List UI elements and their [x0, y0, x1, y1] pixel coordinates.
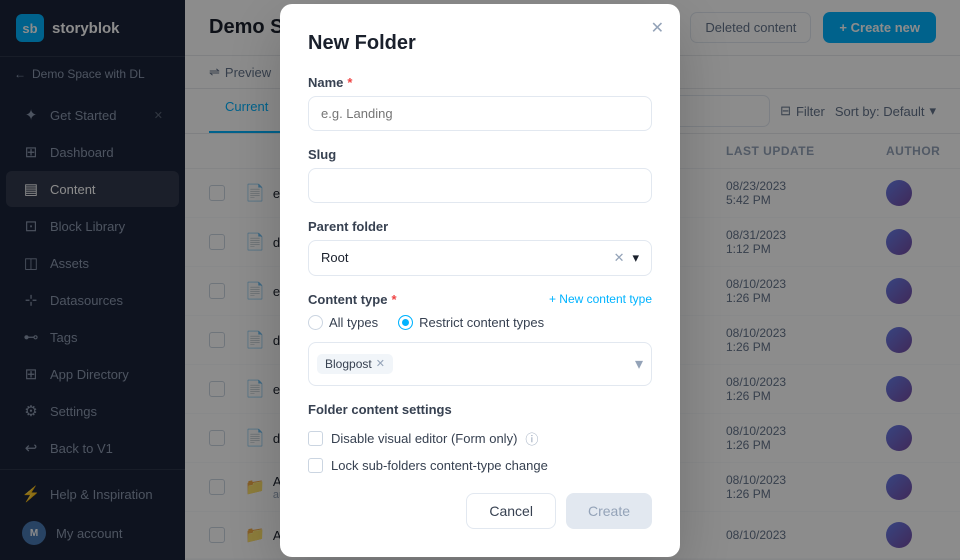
folder-settings-label: Folder content settings: [308, 402, 652, 417]
chevron-down-icon: ▾: [635, 354, 643, 374]
clear-parent-button[interactable]: ✕: [614, 250, 625, 266]
folder-settings-group: Folder content settings Disable visual e…: [308, 402, 652, 473]
restrict-types-radio[interactable]: [398, 315, 413, 330]
slug-label: Slug: [308, 147, 652, 162]
modal-actions: Cancel Create: [308, 493, 652, 529]
chevron-down-icon: ▾: [632, 250, 639, 266]
name-input[interactable]: [308, 96, 652, 131]
lock-subfolder-option[interactable]: Lock sub-folders content-type change: [308, 458, 652, 473]
modal-overlay: ✕ New Folder Name * Slug Parent folder R…: [0, 0, 960, 560]
parent-folder-value: Root: [321, 250, 348, 265]
tag-blogpost: Blogpost ✕: [317, 354, 393, 374]
required-indicator: *: [347, 75, 352, 90]
new-content-type-button[interactable]: + New content type: [549, 292, 652, 306]
required-indicator: *: [391, 292, 396, 307]
all-types-option[interactable]: All types: [308, 315, 378, 330]
lock-subfolder-checkbox[interactable]: [308, 458, 323, 473]
parent-folder-label: Parent folder: [308, 219, 652, 234]
slug-input[interactable]: [308, 168, 652, 203]
create-button[interactable]: Create: [566, 493, 652, 529]
name-field-group: Name *: [308, 75, 652, 131]
content-type-group: Content type * + New content type All ty…: [308, 292, 652, 386]
remove-tag-button[interactable]: ✕: [376, 357, 385, 370]
parent-folder-select[interactable]: Root ✕ ▾: [308, 240, 652, 276]
new-folder-modal: ✕ New Folder Name * Slug Parent folder R…: [280, 4, 680, 557]
info-icon[interactable]: ⓘ: [525, 429, 538, 448]
disable-visual-editor-option[interactable]: Disable visual editor (Form only) ⓘ: [308, 429, 652, 448]
all-types-radio[interactable]: [308, 315, 323, 330]
restrict-types-option[interactable]: Restrict content types: [398, 315, 544, 330]
content-type-label: Content type *: [308, 292, 397, 307]
name-label: Name *: [308, 75, 652, 90]
modal-title: New Folder: [308, 32, 652, 55]
modal-close-button[interactable]: ✕: [651, 18, 664, 38]
slug-field-group: Slug: [308, 147, 652, 203]
cancel-button[interactable]: Cancel: [466, 493, 556, 529]
disable-visual-editor-checkbox[interactable]: [308, 431, 323, 446]
content-type-radio-group: All types Restrict content types: [308, 315, 652, 330]
parent-folder-group: Parent folder Root ✕ ▾: [308, 219, 652, 276]
content-type-tag-input[interactable]: Blogpost ✕ ▾: [308, 342, 652, 386]
